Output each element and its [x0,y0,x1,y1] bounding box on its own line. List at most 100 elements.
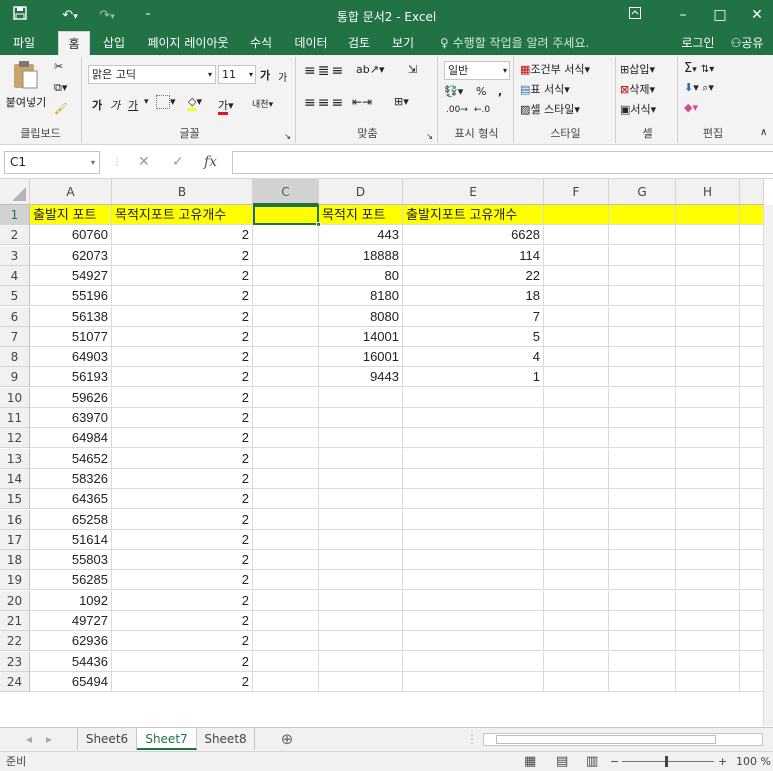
table-cell[interactable]: 59626 [30,387,112,408]
table-cell[interactable] [403,590,544,611]
tab-insert[interactable]: 삽입 [96,31,132,55]
table-cell[interactable]: 55803 [30,550,112,571]
table-cell[interactable] [319,468,403,489]
table-cell[interactable] [319,509,403,530]
cell-styles-button[interactable]: ▨셀 스타일▾ [520,101,580,117]
table-cell[interactable] [403,529,544,550]
table-cell[interactable] [676,529,740,550]
table-cell[interactable] [676,590,740,611]
zoom-level[interactable]: 100 % [736,752,771,771]
decrease-decimal-icon[interactable]: ←.0 [474,105,490,115]
table-cell[interactable]: 56285 [30,570,112,591]
increase-decimal-icon[interactable]: .00→ [446,105,468,115]
table-cell[interactable] [609,631,676,652]
table-cell[interactable]: 65494 [30,671,112,692]
table-cell[interactable] [253,550,319,571]
table-cell[interactable]: 64903 [30,347,112,368]
table-cell[interactable] [676,367,740,388]
table-cell[interactable]: 16001 [319,347,403,368]
header-cell[interactable]: 목적지 포트 [319,205,403,225]
table-cell[interactable] [676,387,740,408]
table-cell[interactable]: 2 [112,611,253,631]
table-cell[interactable] [253,245,319,266]
table-cell[interactable]: 54927 [30,265,112,286]
table-cell[interactable] [544,671,609,692]
underline-button[interactable]: 가 [128,97,138,113]
table-cell[interactable]: 14001 [319,326,403,347]
table-cell[interactable] [253,408,319,428]
table-cell[interactable]: 54436 [30,651,112,672]
table-cell[interactable] [609,550,676,571]
table-cell[interactable] [609,306,676,327]
table-cell[interactable] [544,225,609,246]
alignment-dialog-launcher-icon[interactable]: ↘ [426,132,433,141]
row-header[interactable]: 13 [0,448,30,469]
autosum-button[interactable]: Σ▾ ⇅▾ [684,61,714,76]
table-cell[interactable] [609,448,676,469]
table-cell[interactable]: 2 [112,408,253,428]
table-cell[interactable] [253,306,319,327]
table-cell[interactable] [319,631,403,652]
table-cell[interactable]: 55196 [30,286,112,307]
table-cell[interactable] [609,468,676,489]
table-cell[interactable]: 51077 [30,326,112,347]
table-cell[interactable] [676,550,740,571]
table-cell[interactable] [253,651,319,672]
table-cell[interactable]: 2 [112,509,253,530]
row-header[interactable]: 5 [0,286,30,307]
table-cell[interactable] [609,529,676,550]
table-cell[interactable] [253,428,319,449]
table-cell[interactable] [253,326,319,347]
row-header[interactable]: 15 [0,489,30,510]
font-name-select[interactable]: 맑은 고딕 ▾ [88,65,216,84]
table-cell[interactable] [253,671,319,692]
table-cell[interactable]: 58326 [30,468,112,489]
tab-home[interactable]: 홈 [58,31,90,55]
vertical-align-icons[interactable]: ≡≣≡ [304,63,345,79]
table-cell[interactable] [676,570,740,591]
tab-view[interactable]: 보기 [386,31,420,55]
table-cell[interactable] [544,286,609,307]
row-header[interactable]: 9 [0,367,30,388]
table-cell[interactable] [319,570,403,591]
table-cell[interactable] [676,651,740,672]
table-cell[interactable] [676,225,740,246]
paste-button[interactable]: 붙여넣기 [4,59,48,113]
tab-formulas[interactable]: 수식 [244,31,278,55]
table-cell[interactable]: 18 [403,286,544,307]
table-cell[interactable] [676,326,740,347]
horizontal-scrollbar[interactable] [483,733,763,746]
sheet-tab-sheet8[interactable]: Sheet8 [197,728,255,750]
bold-button[interactable]: 가 [92,97,102,113]
tell-me-box[interactable]: ♀ 수행할 작업을 알려 주세요. [440,31,589,55]
table-cell[interactable]: 62073 [30,245,112,266]
sheet-tab-sheet6[interactable]: Sheet6 [77,728,137,750]
redo-icon[interactable]: ↷▾ [92,6,122,26]
table-cell[interactable]: 2 [112,367,253,388]
font-dialog-launcher-icon[interactable]: ↘ [284,132,291,141]
row-header[interactable]: 17 [0,529,30,550]
border-icon[interactable]: ▾ [156,95,176,109]
collapse-ribbon-icon[interactable]: ∧ [760,127,767,138]
table-cell[interactable] [609,570,676,591]
row-header[interactable]: 20 [0,590,30,611]
table-cell[interactable] [609,326,676,347]
table-cell[interactable]: 8080 [319,306,403,327]
table-cell[interactable] [609,428,676,449]
table-cell[interactable] [319,550,403,571]
table-cell[interactable] [609,225,676,246]
fill-color-icon[interactable]: ◇▾ [188,95,202,111]
orientation-icon[interactable]: ab↗▾ [356,63,384,76]
table-cell[interactable] [403,489,544,510]
table-cell[interactable] [609,509,676,530]
zoom-slider[interactable] [622,761,714,762]
font-color-button[interactable]: 가▾ [218,97,234,115]
table-cell[interactable]: 2 [112,489,253,510]
column-header[interactable]: C [253,179,319,205]
table-cell[interactable]: 5 [403,326,544,347]
column-header[interactable]: H [676,179,740,205]
tab-file[interactable]: 파일 [4,31,44,55]
table-cell[interactable] [544,387,609,408]
zoom-slider-thumb[interactable] [665,756,668,767]
table-cell[interactable] [676,448,740,469]
